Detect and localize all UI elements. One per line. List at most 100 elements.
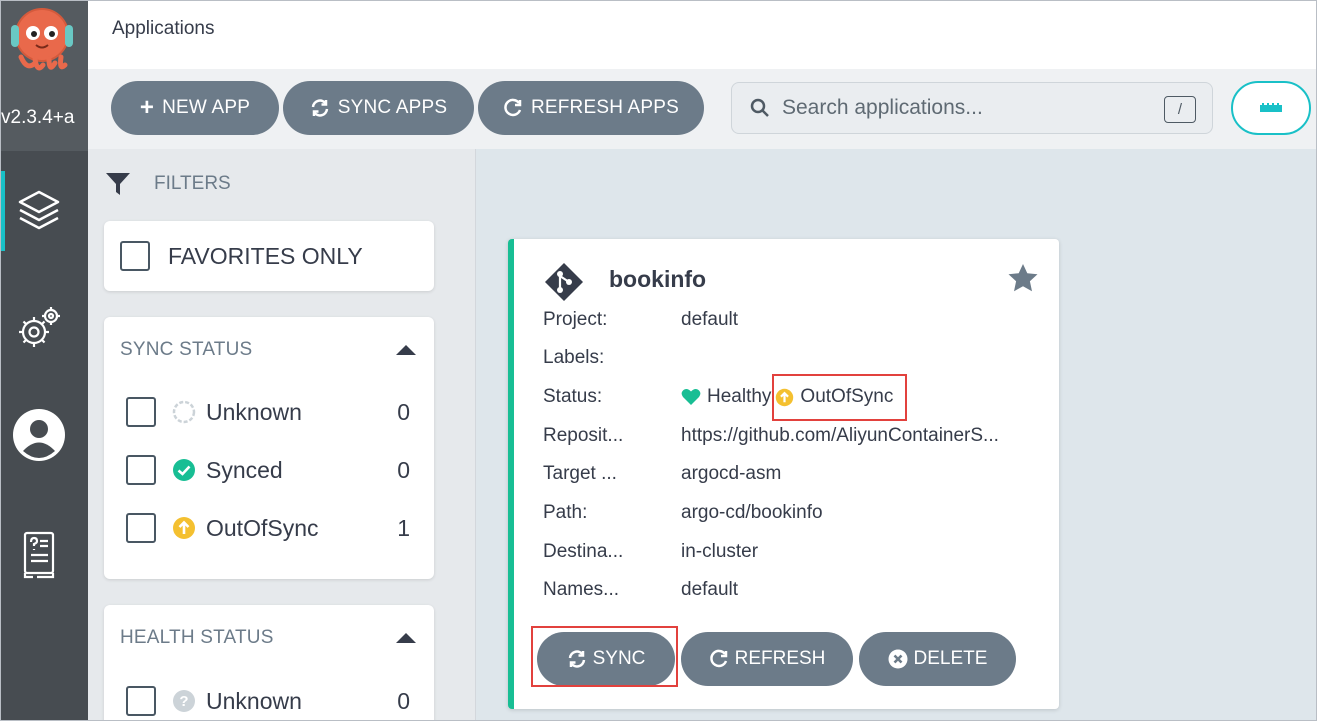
sync-status-filter: SYNC STATUS Unknown 0 Synced 0 OutOfSync… <box>104 317 434 579</box>
collapse-caret-icon[interactable] <box>396 633 416 643</box>
sync-apps-label: SYNC APPS <box>337 97 448 118</box>
search-input[interactable] <box>782 95 1142 121</box>
delete-label: DELETE <box>913 648 988 669</box>
sync-status-text: OutOfSync <box>800 386 894 407</box>
field-path: Path: argo-cd/bookinfo <box>543 502 1043 528</box>
filter-label: Unknown <box>206 398 302 425</box>
sync-status-title: SYNC STATUS <box>120 339 253 360</box>
refresh-label: REFRESH <box>734 648 826 669</box>
field-value: default <box>681 579 739 600</box>
field-key: Labels: <box>543 347 605 368</box>
filter-count: 0 <box>397 398 410 425</box>
refresh-icon <box>709 649 727 668</box>
nav-item-applications[interactable] <box>9 183 69 239</box>
favorites-label: FAVORITES ONLY <box>168 242 363 269</box>
field-value: https://github.com/AliyunContainerS... <box>681 425 999 446</box>
nav-item-documentation[interactable] <box>9 527 69 583</box>
field-value: default <box>681 309 739 330</box>
filter-count: 1 <box>397 514 410 541</box>
filters-header: FILTERS <box>104 171 231 197</box>
filter-count: 0 <box>397 456 410 483</box>
app-tile-bookinfo[interactable]: bookinfo Project: default Labels: Status… <box>508 239 1059 709</box>
field-namespace: Names... default <box>543 579 1043 605</box>
tiles-view-icon <box>1260 103 1282 112</box>
git-icon <box>545 263 583 301</box>
svg-text:?: ? <box>179 693 188 710</box>
delete-button[interactable]: DELETE <box>859 632 1016 686</box>
checkbox[interactable] <box>126 513 156 543</box>
field-key: Status: <box>543 386 603 407</box>
field-key: Reposit... <box>543 425 624 446</box>
unknown-circle-icon <box>172 400 196 424</box>
filter-label: Synced <box>206 456 283 483</box>
field-value: argo-cd/bookinfo <box>681 502 823 523</box>
favorites-checkbox[interactable] <box>120 241 150 271</box>
delete-x-circle-icon <box>888 649 908 669</box>
nav-item-settings[interactable] <box>9 299 69 355</box>
refresh-apps-button[interactable]: REFRESH APPS <box>478 81 704 135</box>
checkbox[interactable] <box>126 397 156 427</box>
nav-item-user-info[interactable] <box>9 407 69 463</box>
nav-active-indicator <box>1 171 5 251</box>
health-filter-unknown[interactable]: ? Unknown 0 <box>126 684 412 718</box>
field-key: Destina... <box>543 541 624 562</box>
filter-label: OutOfSync <box>206 514 319 541</box>
field-key: Path: <box>543 502 588 523</box>
view-mode-button[interactable] <box>1231 81 1311 135</box>
new-app-button[interactable]: + NEW APP <box>111 81 279 135</box>
field-key: Project: <box>543 309 608 330</box>
field-status: Status: Healthy OutOfSync <box>543 386 1043 412</box>
field-value: argocd-asm <box>681 463 782 484</box>
filter-icon <box>106 173 130 195</box>
field-destination: Destina... in-cluster <box>543 541 1043 567</box>
top-bar: Applications <box>88 1 1316 69</box>
field-target-revision: Target ... argocd-asm <box>543 463 1043 489</box>
refresh-icon <box>504 98 522 117</box>
applications-layers-icon <box>18 190 60 230</box>
field-key: Names... <box>543 579 620 600</box>
search-shortcut-hint: / <box>1164 96 1196 123</box>
refresh-apps-label: REFRESH APPS <box>530 97 680 118</box>
argo-octopus-logo[interactable] <box>7 5 77 75</box>
page-title: Applications <box>112 18 215 39</box>
logo-area: v2.3.4+a <box>1 1 88 151</box>
sync-filter-synced[interactable]: Synced 0 <box>126 453 412 487</box>
favorites-only-filter[interactable]: FAVORITES ONLY <box>104 221 434 291</box>
left-nav: v2.3.4+a <box>1 1 88 720</box>
out-of-sync-arrow-icon <box>172 516 196 540</box>
filters-title: FILTERS <box>154 173 231 194</box>
filter-count: 0 <box>397 687 410 714</box>
checkbox[interactable] <box>126 455 156 485</box>
health-status-text: Healthy <box>707 386 772 407</box>
favorite-star-icon[interactable] <box>1007 263 1039 293</box>
field-key: Target ... <box>543 463 617 484</box>
sync-filter-unknown[interactable]: Unknown 0 <box>126 395 412 429</box>
refresh-button[interactable]: REFRESH <box>681 632 853 686</box>
field-project: Project: default <box>543 309 1043 335</box>
settings-gears-icon <box>19 307 60 347</box>
out-of-sync-arrow-icon <box>776 388 794 406</box>
field-value: Healthy OutOfSync <box>681 386 893 408</box>
app-name[interactable]: bookinfo <box>609 266 706 293</box>
sync-icon <box>311 99 328 117</box>
question-circle-icon: ? <box>172 689 196 713</box>
documentation-icon <box>23 531 55 579</box>
collapse-caret-icon[interactable] <box>396 345 416 355</box>
filters-panel: FILTERS FAVORITES ONLY SYNC STATUS Unkno… <box>88 149 476 720</box>
filter-label: Unknown <box>206 687 302 714</box>
health-status-title: HEALTH STATUS <box>120 627 274 648</box>
sync-apps-button[interactable]: SYNC APPS <box>283 81 474 135</box>
argocd-window: v2.3.4+a Applications + NEW APP SYNC APP… <box>0 0 1317 721</box>
checkbox[interactable] <box>126 686 156 716</box>
plus-icon: + <box>139 94 155 121</box>
health-status-filter: HEALTH STATUS ? Unknown 0 <box>104 605 434 720</box>
search-box: / <box>731 82 1213 134</box>
sync-button[interactable]: SYNC <box>537 632 675 686</box>
field-value: in-cluster <box>681 541 759 562</box>
sync-icon <box>568 650 585 668</box>
synced-check-icon <box>172 458 196 482</box>
sync-filter-outofsync[interactable]: OutOfSync 1 <box>126 511 412 545</box>
search-icon <box>750 98 769 117</box>
user-info-icon <box>13 409 65 461</box>
healthy-heart-icon <box>681 389 701 405</box>
